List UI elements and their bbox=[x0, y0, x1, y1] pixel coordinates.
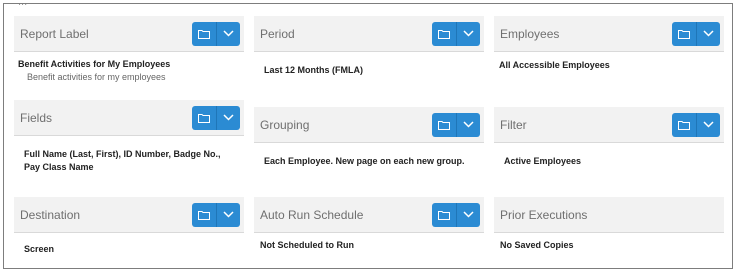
card-header: Auto Run Schedule bbox=[254, 197, 484, 233]
card-period: Period Last 12 Months (FMLA) bbox=[254, 16, 484, 77]
dropdown-toggle[interactable] bbox=[216, 202, 240, 227]
dropdown-toggle[interactable] bbox=[456, 112, 480, 137]
chevron-down-icon bbox=[223, 30, 234, 37]
auto-run-value: Not Scheduled to Run bbox=[260, 240, 354, 250]
dropdown-toggle[interactable] bbox=[216, 105, 240, 130]
destination-split-button[interactable] bbox=[192, 202, 240, 227]
folder-icon bbox=[678, 29, 690, 39]
chevron-down-icon bbox=[223, 211, 234, 218]
destination-value: Screen bbox=[24, 244, 55, 254]
dropdown-toggle[interactable] bbox=[696, 112, 720, 137]
card-header: Grouping bbox=[254, 107, 484, 143]
folder-icon bbox=[438, 120, 450, 130]
clipped-text: ... bbox=[18, 4, 27, 8]
card-body: Benefit Activities for My Employees Bene… bbox=[14, 52, 244, 84]
dropdown-toggle[interactable] bbox=[216, 21, 240, 46]
dropdown-toggle[interactable] bbox=[696, 21, 720, 46]
card-prior-executions: Prior Executions No Saved Copies bbox=[494, 197, 724, 252]
card-header: Destination bbox=[14, 197, 244, 233]
card-header: Report Label bbox=[14, 16, 244, 52]
filter-split-button[interactable] bbox=[672, 112, 720, 137]
card-header: Fields bbox=[14, 100, 244, 136]
card-title: Report Label bbox=[20, 26, 89, 41]
card-fields: Fields Full Name (Last, First), ID Numbe… bbox=[14, 100, 244, 174]
card-body: Last 12 Months (FMLA) bbox=[254, 52, 484, 77]
report-label-split-button[interactable] bbox=[192, 21, 240, 46]
chevron-down-icon bbox=[223, 114, 234, 121]
chevron-down-icon bbox=[703, 30, 714, 37]
chevron-down-icon bbox=[463, 30, 474, 37]
chevron-down-icon bbox=[463, 211, 474, 218]
card-header: Filter bbox=[494, 107, 724, 143]
card-body: Screen bbox=[14, 233, 244, 256]
open-folder-button[interactable] bbox=[432, 202, 456, 227]
card-body: Not Scheduled to Run bbox=[254, 233, 484, 252]
card-header: Period bbox=[254, 16, 484, 52]
fields-value-line2: Pay Class Name bbox=[24, 162, 94, 172]
open-folder-button[interactable] bbox=[432, 112, 456, 137]
card-body: Full Name (Last, First), ID Number, Badg… bbox=[14, 136, 244, 174]
open-folder-button[interactable] bbox=[192, 21, 216, 46]
card-title: Prior Executions bbox=[500, 207, 588, 222]
open-folder-button[interactable] bbox=[672, 112, 696, 137]
open-folder-button[interactable] bbox=[192, 105, 216, 130]
fields-split-button[interactable] bbox=[192, 105, 240, 130]
card-body: Each Employee. New page on each new grou… bbox=[254, 143, 484, 168]
folder-icon bbox=[678, 120, 690, 130]
dropdown-toggle[interactable] bbox=[456, 202, 480, 227]
grouping-value: Each Employee. New page on each new grou… bbox=[264, 156, 465, 166]
card-header: Prior Executions bbox=[494, 197, 724, 233]
open-folder-button[interactable] bbox=[192, 202, 216, 227]
period-value: Last 12 Months (FMLA) bbox=[264, 65, 363, 75]
open-folder-button[interactable] bbox=[672, 21, 696, 46]
card-body: All Accessible Employees bbox=[494, 52, 724, 72]
card-header: Employees bbox=[494, 16, 724, 52]
folder-icon bbox=[198, 113, 210, 123]
prior-executions-value: No Saved Copies bbox=[500, 240, 574, 250]
filter-value: Active Employees bbox=[504, 156, 582, 166]
employees-value: All Accessible Employees bbox=[499, 60, 610, 70]
report-label-value: Benefit Activities for My Employees bbox=[18, 59, 171, 69]
report-label-description: Benefit activities for my employees bbox=[27, 72, 166, 82]
folder-icon bbox=[198, 29, 210, 39]
dropdown-toggle[interactable] bbox=[456, 21, 480, 46]
folder-icon bbox=[438, 210, 450, 220]
card-employees: Employees All Accessible Employees bbox=[494, 16, 724, 72]
card-grouping: Grouping Each Employee. New page on each… bbox=[254, 107, 484, 168]
card-body: No Saved Copies bbox=[494, 233, 724, 252]
card-destination: Destination Screen bbox=[14, 197, 244, 256]
open-folder-button[interactable] bbox=[432, 21, 456, 46]
report-settings-panel: ... Report Label Benefit Activities for … bbox=[3, 3, 733, 269]
card-report-label: Report Label Benefit Activities for My E… bbox=[14, 16, 244, 84]
chevron-down-icon bbox=[463, 121, 474, 128]
card-title: Auto Run Schedule bbox=[260, 207, 364, 222]
card-body: Active Employees bbox=[494, 143, 724, 168]
card-title: Filter bbox=[500, 117, 527, 132]
card-title: Period bbox=[260, 26, 295, 41]
employees-split-button[interactable] bbox=[672, 21, 720, 46]
fields-value-line1: Full Name (Last, First), ID Number, Badg… bbox=[24, 149, 221, 159]
card-auto-run-schedule: Auto Run Schedule Not Scheduled to Run bbox=[254, 197, 484, 252]
chevron-down-icon bbox=[703, 121, 714, 128]
card-title: Destination bbox=[20, 207, 81, 222]
auto-run-split-button[interactable] bbox=[432, 202, 480, 227]
card-filter: Filter Active Employees bbox=[494, 107, 724, 168]
card-title: Fields bbox=[20, 110, 53, 125]
folder-icon bbox=[198, 210, 210, 220]
folder-icon bbox=[438, 29, 450, 39]
card-title: Grouping bbox=[260, 117, 310, 132]
card-title: Employees bbox=[500, 26, 560, 41]
period-split-button[interactable] bbox=[432, 21, 480, 46]
grouping-split-button[interactable] bbox=[432, 112, 480, 137]
